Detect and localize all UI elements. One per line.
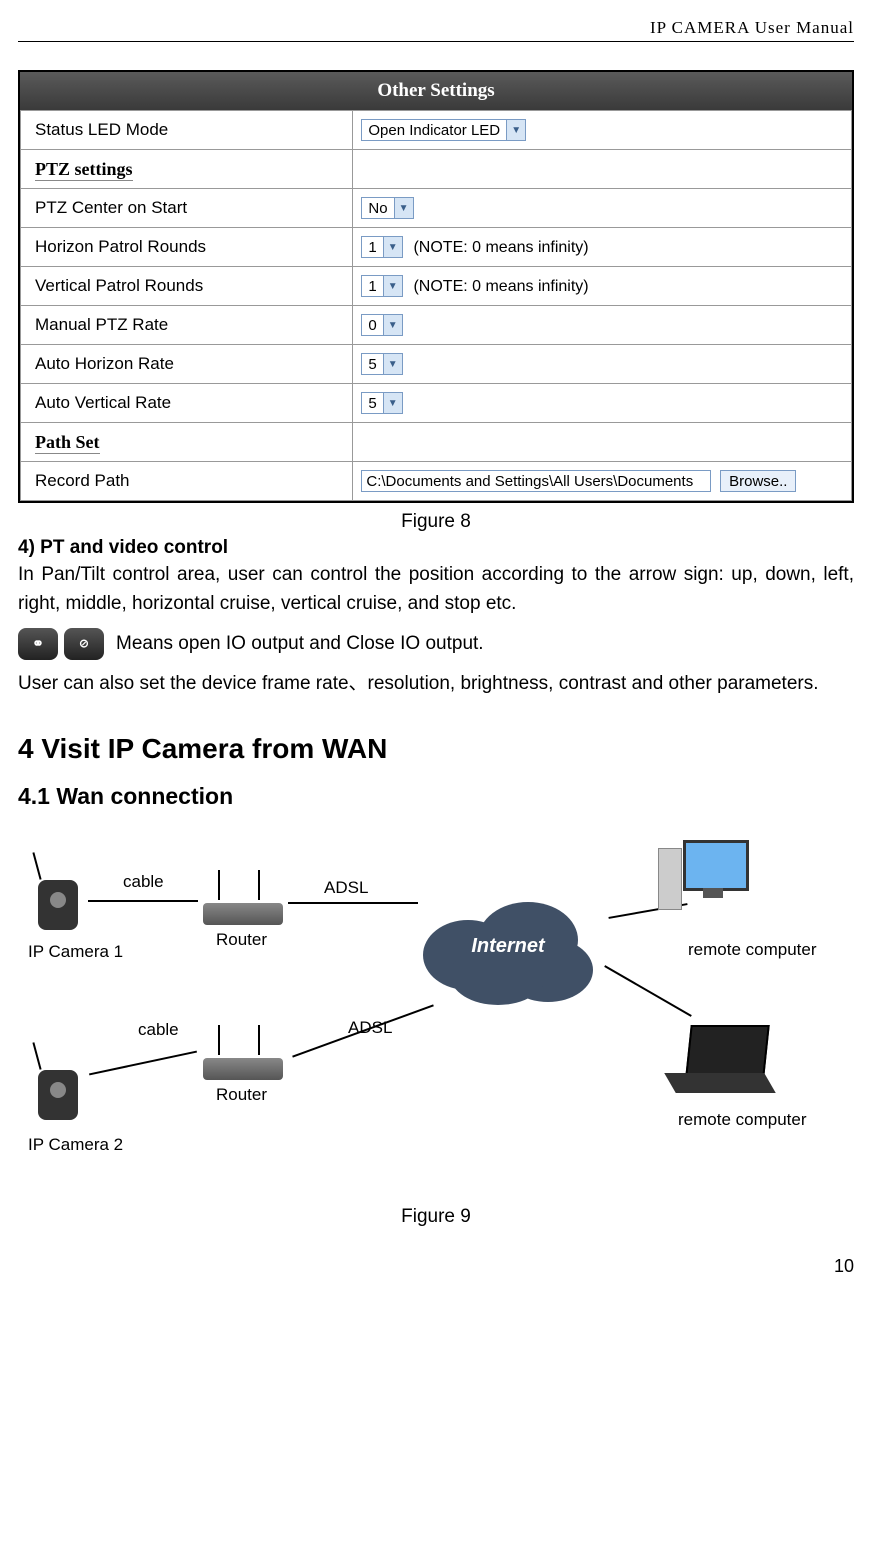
io-row: ⚭ ⊘ Means open IO output and Close IO ou… [18, 628, 854, 660]
row-path-heading: Path Set [21, 423, 852, 462]
label-status-led: Status LED Mode [21, 111, 353, 150]
row-ptz-heading: PTZ settings [21, 150, 852, 189]
chevron-down-icon: ▼ [383, 393, 402, 413]
figure9-caption: Figure 9 [18, 1206, 854, 1228]
cable1-label: cable [123, 872, 164, 892]
dropdown-value: No [366, 200, 393, 217]
dropdown-value: 5 [366, 395, 382, 412]
camera1-label: IP Camera 1 [28, 942, 123, 962]
dropdown-ptz-center[interactable]: No ▼ [361, 197, 413, 219]
router1-icon [198, 870, 288, 925]
row-auto-horizon: Auto Horizon Rate 5 ▼ [21, 345, 852, 384]
dropdown-auto-horizon[interactable]: 5 ▼ [361, 353, 402, 375]
dropdown-value: 5 [366, 356, 382, 373]
desktop-pc-icon [668, 840, 748, 930]
chevron-down-icon: ▼ [383, 237, 402, 257]
row-horizon-patrol: Horizon Patrol Rounds 1 ▼ (NOTE: 0 means… [21, 228, 852, 267]
dropdown-manual-ptz[interactable]: 0 ▼ [361, 314, 402, 336]
io-text: Means open IO output and Close IO output… [116, 633, 484, 655]
note-horizon-patrol: (NOTE: 0 means infinity) [413, 239, 588, 256]
label-auto-horizon: Auto Horizon Rate [21, 345, 353, 384]
cable2-label: cable [138, 1020, 179, 1040]
chevron-down-icon: ▼ [383, 315, 402, 335]
figure8-caption: Figure 8 [18, 511, 854, 533]
label-horizon-patrol: Horizon Patrol Rounds [21, 228, 353, 267]
dropdown-value: 1 [366, 278, 382, 295]
camera2-label: IP Camera 2 [28, 1135, 123, 1155]
section-4-para1: In Pan/Tilt control area, user can contr… [18, 561, 854, 618]
row-auto-vertical: Auto Vertical Rate 5 ▼ [21, 384, 852, 423]
page-number: 10 [18, 1256, 854, 1277]
dropdown-vertical-patrol[interactable]: 1 ▼ [361, 275, 402, 297]
label-manual-ptz: Manual PTZ Rate [21, 306, 353, 345]
settings-table: Status LED Mode Open Indicator LED ▼ PTZ… [20, 110, 852, 501]
heading-4: 4 Visit IP Camera from WAN [18, 733, 854, 765]
row-status-led: Status LED Mode Open Indicator LED ▼ [21, 111, 852, 150]
io-close-icon: ⊘ [64, 628, 104, 660]
router1-label: Router [216, 930, 267, 950]
dropdown-horizon-patrol[interactable]: 1 ▼ [361, 236, 402, 258]
heading-4-1: 4.1 Wan connection [18, 783, 854, 810]
internet-cloud-icon: Internet [408, 885, 608, 1015]
camera2-icon [28, 1050, 88, 1120]
router2-icon [198, 1025, 288, 1080]
section-4-para2: User can also set the device frame rate、… [18, 670, 854, 699]
row-vertical-patrol: Vertical Patrol Rounds 1 ▼ (NOTE: 0 mean… [21, 267, 852, 306]
label-record-path: Record Path [21, 462, 353, 501]
line-router1-cloud [288, 902, 418, 904]
chevron-down-icon: ▼ [383, 276, 402, 296]
settings-title: Other Settings [20, 72, 852, 110]
browse-button[interactable]: Browse.. [720, 470, 796, 492]
row-manual-ptz: Manual PTZ Rate 0 ▼ [21, 306, 852, 345]
router2-label: Router [216, 1085, 267, 1105]
note-vertical-patrol: (NOTE: 0 means infinity) [413, 278, 588, 295]
laptop-label: remote computer [678, 1110, 807, 1130]
chevron-down-icon: ▼ [506, 120, 525, 140]
row-ptz-center: PTZ Center on Start No ▼ [21, 189, 852, 228]
internet-label: Internet [408, 935, 608, 958]
dropdown-value: 1 [366, 239, 382, 256]
pc-label: remote computer [688, 940, 817, 960]
wan-diagram: IP Camera 1 cable Router ADSL IP Camera … [28, 830, 848, 1200]
row-record-path: Record Path C:\Documents and Settings\Al… [21, 462, 852, 501]
io-open-icon: ⚭ [18, 628, 58, 660]
input-record-path[interactable]: C:\Documents and Settings\All Users\Docu… [361, 470, 711, 492]
heading-ptz: PTZ settings [35, 159, 133, 181]
dropdown-auto-vertical[interactable]: 5 ▼ [361, 392, 402, 414]
camera1-icon [28, 860, 88, 930]
page-header: IP CAMERA User Manual [18, 18, 854, 42]
laptop-icon [668, 1025, 778, 1100]
label-ptz-center: PTZ Center on Start [21, 189, 353, 228]
settings-panel: Other Settings Status LED Mode Open Indi… [18, 70, 854, 503]
line-cam1-router1 [88, 900, 198, 902]
label-auto-vertical: Auto Vertical Rate [21, 384, 353, 423]
heading-path: Path Set [35, 432, 100, 454]
adsl1-label: ADSL [324, 878, 368, 898]
line-cam2-router2 [89, 1050, 197, 1075]
dropdown-value: Open Indicator LED [366, 122, 506, 139]
dropdown-value: 0 [366, 317, 382, 334]
label-vertical-patrol: Vertical Patrol Rounds [21, 267, 353, 306]
section-4-title: 4) PT and video control [18, 537, 854, 559]
dropdown-status-led[interactable]: Open Indicator LED ▼ [361, 119, 526, 141]
chevron-down-icon: ▼ [394, 198, 413, 218]
line-cloud-laptop [604, 965, 692, 1017]
chevron-down-icon: ▼ [383, 354, 402, 374]
